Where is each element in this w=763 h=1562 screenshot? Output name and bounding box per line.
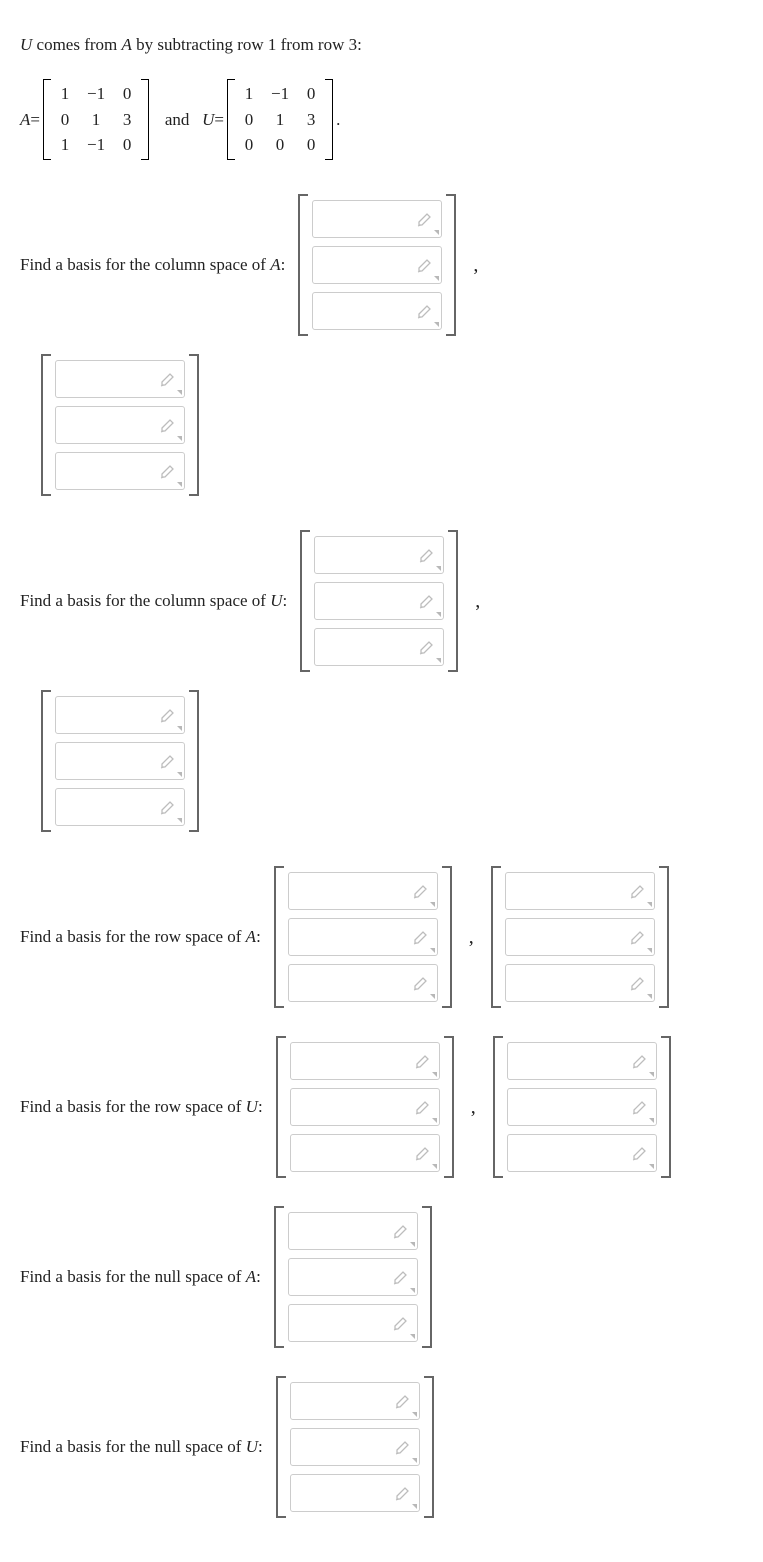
question-nullspace-U: Find a basis for the null space of U: — [20, 1376, 743, 1518]
input-vector-rowU-1 — [276, 1036, 454, 1178]
input-rowU-2-1[interactable] — [507, 1042, 657, 1080]
input-vector-colU-1 — [300, 530, 458, 672]
input-rowU-1-3[interactable] — [290, 1134, 440, 1172]
q-rowU-var: U — [246, 1097, 258, 1116]
question-colspace-U: Find a basis for the column space of U: … — [20, 530, 743, 672]
intro-post: by subtracting row 1 from row 3: — [132, 35, 362, 54]
input-colU-1-1[interactable] — [314, 536, 444, 574]
input-rowA-1-1[interactable] — [288, 872, 438, 910]
input-rowA-1-3[interactable] — [288, 964, 438, 1002]
q-nullU-var: U — [246, 1437, 258, 1456]
input-vector-nullA — [274, 1206, 432, 1348]
label-A: A — [20, 108, 30, 132]
input-vector-colA-1 — [298, 194, 456, 336]
equals-2: = — [214, 108, 224, 132]
q-rowU-colon: : — [258, 1097, 263, 1116]
input-colA-1-2[interactable] — [312, 246, 442, 284]
intro-U: U — [20, 35, 32, 54]
intro-text: U comes from A by subtracting row 1 from… — [20, 33, 743, 57]
input-colA-1-1[interactable] — [312, 200, 442, 238]
input-rowU-1-2[interactable] — [290, 1088, 440, 1126]
label-U: U — [202, 108, 214, 132]
period: . — [336, 108, 340, 132]
input-nullA-3[interactable] — [288, 1304, 418, 1342]
input-rowU-2-3[interactable] — [507, 1134, 657, 1172]
input-colA-1-3[interactable] — [312, 292, 442, 330]
q-colA-var: A — [270, 255, 280, 274]
question-rowspace-U: Find a basis for the row space of U: , — [20, 1036, 743, 1178]
q-nullA-colon: : — [256, 1267, 261, 1286]
input-nullA-2[interactable] — [288, 1258, 418, 1296]
input-vector-nullU — [276, 1376, 434, 1518]
q-nullA-var: A — [246, 1267, 256, 1286]
input-colU-1-3[interactable] — [314, 628, 444, 666]
input-nullU-3[interactable] — [290, 1474, 420, 1512]
input-colU-1-2[interactable] — [314, 582, 444, 620]
q-nullU-colon: : — [258, 1437, 263, 1456]
q-nullU-text: Find a basis for the null space of — [20, 1437, 246, 1456]
input-vector-rowU-2 — [493, 1036, 671, 1178]
input-colA-2-3[interactable] — [55, 452, 185, 490]
input-nullU-1[interactable] — [290, 1382, 420, 1420]
equals-1: = — [30, 108, 40, 132]
input-rowA-2-2[interactable] — [505, 918, 655, 956]
comma: , — [475, 587, 480, 615]
input-rowA-2-3[interactable] — [505, 964, 655, 1002]
input-colU-2-2[interactable] — [55, 742, 185, 780]
input-nullA-1[interactable] — [288, 1212, 418, 1250]
q-colA-text: Find a basis for the column space of — [20, 255, 270, 274]
comma: , — [469, 923, 474, 951]
q-rowA-colon: : — [256, 927, 261, 946]
question-rowspace-A: Find a basis for the row space of A: , — [20, 866, 743, 1008]
input-colU-2-3[interactable] — [55, 788, 185, 826]
input-rowA-2-1[interactable] — [505, 872, 655, 910]
input-vector-rowA-2 — [491, 866, 669, 1008]
matrix-U: 1 0 0 −1 1 0 0 3 0 — [227, 79, 333, 160]
comma: , — [473, 251, 478, 279]
q-rowU-text: Find a basis for the row space of — [20, 1097, 246, 1116]
q-nullA-text: Find a basis for the null space of — [20, 1267, 246, 1286]
q-colU-text: Find a basis for the column space of — [20, 591, 270, 610]
question-nullspace-A: Find a basis for the null space of A: — [20, 1206, 743, 1348]
q-rowA-var: A — [246, 927, 256, 946]
question-colspace-A: Find a basis for the column space of A: … — [20, 194, 743, 336]
input-vector-colA-2 — [41, 354, 199, 496]
input-colU-2-1[interactable] — [55, 696, 185, 734]
input-colA-2-1[interactable] — [55, 360, 185, 398]
input-rowU-1-1[interactable] — [290, 1042, 440, 1080]
q-colA-colon: : — [281, 255, 286, 274]
comma: , — [471, 1093, 476, 1121]
input-vector-rowA-1 — [274, 866, 452, 1008]
matrix-A: 1 0 1 −1 1 −1 0 3 0 — [43, 79, 149, 160]
input-rowU-2-2[interactable] — [507, 1088, 657, 1126]
and-text: and — [165, 108, 190, 132]
q-colU-colon: : — [283, 591, 288, 610]
input-colA-2-2[interactable] — [55, 406, 185, 444]
intro-A: A — [122, 35, 132, 54]
input-rowA-1-2[interactable] — [288, 918, 438, 956]
q-rowA-text: Find a basis for the row space of — [20, 927, 246, 946]
q-colU-var: U — [270, 591, 282, 610]
input-nullU-2[interactable] — [290, 1428, 420, 1466]
intro-mid: comes from — [32, 35, 121, 54]
input-vector-colU-2 — [41, 690, 199, 832]
matrix-definitions: A = 1 0 1 −1 1 −1 0 3 0 and U = 1 — [20, 79, 743, 160]
